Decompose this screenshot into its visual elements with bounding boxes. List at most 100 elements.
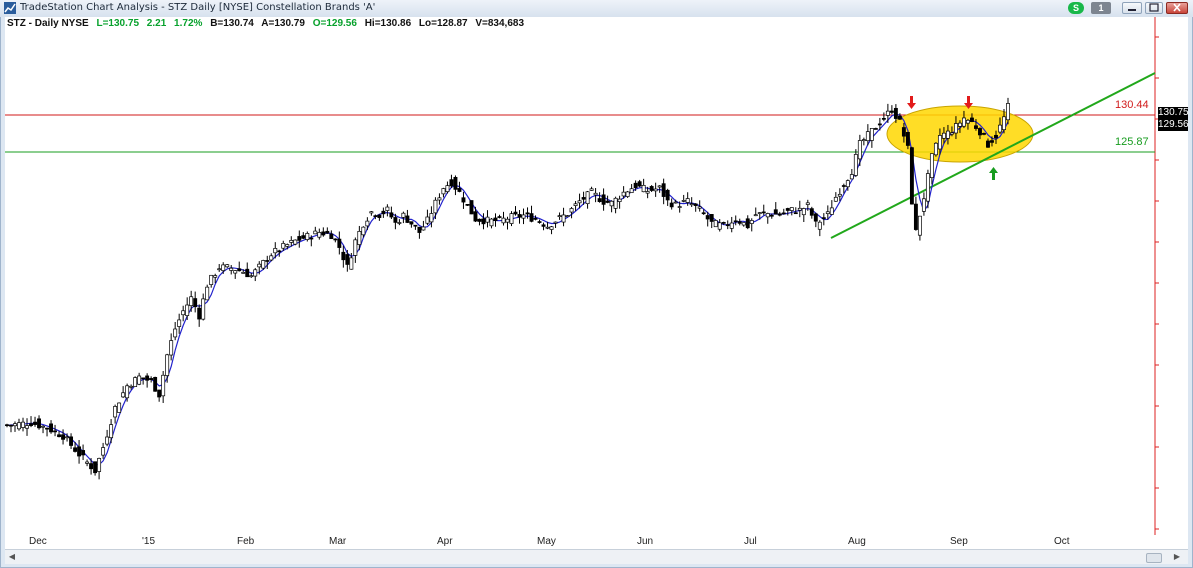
month-label-jan: '15 [142,536,156,547]
close-button[interactable] [1166,2,1188,14]
candle-body [5,424,9,427]
minimize-button[interactable] [1122,2,1142,14]
candle-body [201,298,206,320]
candle-body [621,191,626,197]
candle-body [689,203,694,206]
candle-body [385,206,390,211]
candle-body [109,424,114,439]
candle-body [673,201,678,204]
candle-body [257,263,262,268]
candle-body [25,425,29,429]
candle-body [841,185,846,187]
candle-body [945,130,950,139]
candle-body [217,268,222,271]
candle-body [261,260,266,269]
candle-body [133,377,138,387]
candle-body [101,447,106,456]
scroll-right-arrow-icon[interactable]: ▶ [1172,552,1182,562]
candle-body [649,186,654,191]
candle-body [193,298,198,308]
candle-body [865,131,870,142]
net-change: 2.21 [146,18,167,29]
candle-body [461,197,466,203]
candle-body [813,213,818,222]
month-label-sep: Sep [950,536,968,547]
up-arrow-icon [989,167,998,180]
candle-body [821,217,826,219]
candle-body [513,211,518,215]
price-chart-area[interactable]: STZ - Daily NYSE L=130.75 2.21 1.72% B=1… [5,17,1189,535]
candle-body [469,200,474,215]
candle-body [537,221,542,223]
window-count-button[interactable]: 1 [1091,2,1111,14]
candle-body [889,110,894,113]
candle-body [501,217,506,224]
candle-body [313,230,318,235]
scroll-left-arrow-icon[interactable]: ◀ [7,552,17,562]
candle-body [485,216,490,223]
month-label-jul: Jul [744,536,757,547]
candle-body [401,212,406,218]
candle-body [393,217,398,223]
open-price-marker: 129.56 [1158,119,1189,131]
candle-body [901,127,906,137]
title-bar[interactable]: TradeStation Chart Analysis - STZ Daily … [0,0,1193,17]
candle-body [793,212,798,215]
candle-body [773,209,778,215]
candle-body [273,248,278,254]
last-price: L=130.75 [96,18,140,29]
candle-body [909,147,914,205]
candle-body [849,174,854,180]
candle-body [573,203,578,206]
candle-body [809,208,814,216]
candle-body [577,200,582,204]
candle-body [925,173,930,202]
candles [5,97,1010,480]
candle-body [61,434,66,440]
candle-body [729,222,734,229]
candle-body [157,389,162,398]
candle-body [869,128,874,141]
candle-body [541,224,546,227]
candle-body [121,392,126,398]
candle-body [285,244,290,247]
candle-body [209,274,214,285]
candle-body [933,142,938,156]
candle-body [877,123,882,126]
candle-body [417,226,422,233]
candle-body [169,340,174,356]
candle-body [129,385,134,388]
status-button[interactable]: S [1068,2,1084,14]
candle-body [613,197,618,209]
candle-body [978,128,982,136]
candle-body [57,434,62,438]
candle-body [517,214,522,218]
candle-body [970,117,974,122]
candle-body [197,307,202,320]
maximize-button[interactable] [1145,2,1163,14]
horizontal-scrollbar[interactable]: ◀ ▶ [5,549,1188,564]
scroll-thumb[interactable] [1146,553,1162,563]
candle-body [905,132,910,146]
candle-body [949,132,954,135]
candle-body [881,117,886,120]
candle-body [553,221,558,224]
candle-body [245,268,250,278]
candle-body [857,140,862,160]
candlestick-chart[interactable] [5,17,1188,535]
candle-body [37,418,41,429]
month-label-oct: Oct [1054,536,1070,547]
low-price: Lo=128.87 [418,18,468,29]
candle-body [69,436,74,446]
candle-body [569,208,574,213]
candle-body [45,427,49,430]
candle-body [29,423,33,426]
candle-body [825,211,830,215]
candle-body [113,406,118,418]
candle-body [769,214,774,217]
candle-body [165,354,170,376]
candle-body [117,402,122,413]
candle-body [509,213,514,224]
candle-body [277,250,282,253]
month-label-aug: Aug [848,536,866,547]
